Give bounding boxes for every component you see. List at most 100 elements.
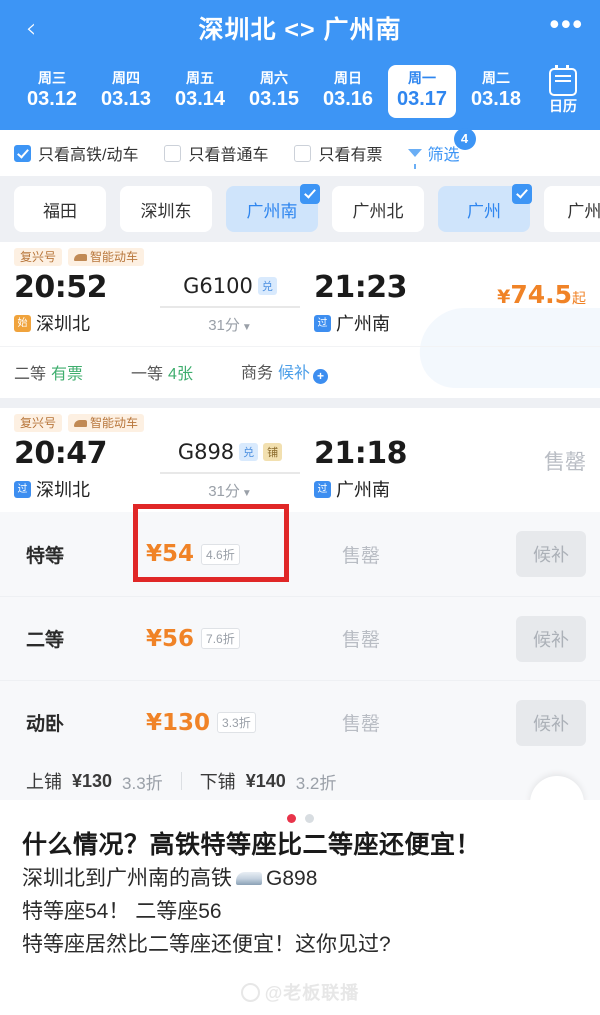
date-selector-bar: 周三 03.12 周四 03.13 周五 03.14 周六 03.15 周日 0… xyxy=(0,56,600,126)
calendar-label: 日历 xyxy=(549,98,577,114)
seat-summary-row: 二等 有票 一等 4张 商务 候补 + xyxy=(0,346,600,398)
station-chip-guangzhoubei[interactable]: 广州北 xyxy=(332,186,424,232)
tag-smart-train-label: 智能动车 xyxy=(90,416,139,430)
train-price: ¥74.5起 xyxy=(497,280,586,309)
station-chip-guangzhoudong[interactable]: 广州E xyxy=(544,186,600,232)
filter-checkbox-highspeed[interactable]: 只看高铁/动车 xyxy=(14,141,138,165)
filter-checkbox-normal[interactable]: 只看普通车 xyxy=(164,141,268,165)
filter-bar: 只看高铁/动车 只看普通车 只看有票 筛选 4 xyxy=(0,128,600,176)
filter-count-badge: 4 xyxy=(453,128,476,150)
date-item-0[interactable]: 周三 03.12 xyxy=(18,65,86,118)
more-horizontal-icon[interactable]: ••• xyxy=(550,10,584,38)
filter-checkbox-available[interactable]: 只看有票 xyxy=(294,141,382,165)
seat-value: 4张 xyxy=(168,365,193,383)
seat-price: ¥130 xyxy=(146,709,211,736)
train-duration[interactable]: 31分 ▼ xyxy=(146,480,314,501)
price-value: 74.5 xyxy=(510,280,572,309)
date-value: 03.12 xyxy=(26,87,78,110)
station-chip-label: 深圳东 xyxy=(140,201,192,221)
header-top-bar: ‹ 深圳北 <> 广州南 ••• xyxy=(0,0,600,56)
train-middle-block: G6100 兑 31分 ▼ xyxy=(146,270,314,335)
date-item-3[interactable]: 周六 03.15 xyxy=(240,65,308,118)
seat-name: 二等 xyxy=(14,365,47,383)
caption-title: 什么情况？高铁特等座比二等座还便宜！ xyxy=(22,831,482,859)
train-icon xyxy=(236,872,262,885)
date-value: 03.14 xyxy=(174,87,226,110)
app-screenshot: ‹ 深圳北 <> 广州南 ••• 周三 03.12 周四 03.13 周五 03… xyxy=(0,0,600,800)
station-chip-guangzhou[interactable]: 广州 xyxy=(438,184,532,232)
calendar-icon xyxy=(549,65,577,96)
tag-smart-train: 智能动车 xyxy=(68,248,145,266)
chevron-left-icon[interactable]: ‹ xyxy=(16,13,46,43)
date-item-5-selected[interactable]: 周一 03.17 xyxy=(388,64,456,118)
date-weekday: 周三 xyxy=(38,69,66,86)
train-tag-dui: 兑 xyxy=(239,443,259,461)
seat-item-first[interactable]: 一等 4张 xyxy=(131,360,193,384)
seat-price-block: ¥130 3.3折 xyxy=(146,710,306,736)
carousel-dot-active[interactable] xyxy=(286,813,296,823)
check-badge-icon xyxy=(512,184,532,204)
date-item-6[interactable]: 周二 03.18 xyxy=(462,65,530,118)
arrive-station-name: 广州南 xyxy=(336,480,390,500)
berth-lower-price: ¥140 xyxy=(245,770,286,791)
arrive-station-name: 广州南 xyxy=(336,314,390,334)
duration-text: 31分 xyxy=(208,317,240,334)
carousel-dot[interactable] xyxy=(304,813,314,823)
station-chip-futian[interactable]: 福田 xyxy=(14,186,106,232)
calendar-button[interactable]: 日历 xyxy=(530,65,592,114)
chevron-down-icon: ▼ xyxy=(241,322,252,333)
chevron-down-icon: ▼ xyxy=(241,488,252,499)
station-chip-guangzhounan[interactable]: 广州南 xyxy=(226,184,320,232)
station-chip-label: 广州 xyxy=(467,201,501,221)
seat-item-business[interactable]: 商务 候补 + xyxy=(241,359,328,384)
waitlist-button[interactable]: 候补 xyxy=(516,615,586,662)
app-header: ‹ 深圳北 <> 广州南 ••• 周三 03.12 周四 03.13 周五 03… xyxy=(0,0,600,130)
seat-name: 一等 xyxy=(131,365,164,383)
date-item-2[interactable]: 周五 03.14 xyxy=(166,65,234,118)
duration-text: 31分 xyxy=(208,483,240,500)
date-list: 周三 03.12 周四 03.13 周五 03.14 周六 03.15 周日 0… xyxy=(18,64,530,118)
tag-smart-train: 智能动车 xyxy=(68,414,145,432)
station-pass-badge: 过 xyxy=(314,314,331,332)
train-middle-block: G898 兑 铺 31分 ▼ xyxy=(146,436,314,501)
date-item-1[interactable]: 周四 03.13 xyxy=(92,65,160,118)
date-weekday: 周一 xyxy=(408,69,436,86)
train-tag-dui: 兑 xyxy=(257,277,277,295)
seat-row-erdeng[interactable]: 二等 ¥56 7.6折 售罄 候补 xyxy=(0,596,600,680)
depart-station: 过 深圳北 xyxy=(14,476,146,502)
seat-row-dongwo[interactable]: 动卧 ¥130 3.3折 售罄 候补 xyxy=(0,680,600,764)
station-chip-label: 广州北 xyxy=(352,201,404,221)
price-block: 售罄 xyxy=(446,436,586,476)
seat-item-second[interactable]: 二等 有票 xyxy=(14,360,83,384)
train-icon xyxy=(74,419,88,427)
checkbox-unchecked-icon xyxy=(164,144,182,162)
depart-block: 20:47 过 深圳北 xyxy=(14,436,146,502)
caption-text-after: G898 xyxy=(266,867,318,890)
seat-discount: 7.6折 xyxy=(201,628,240,649)
arrive-block: 21:23 过 广州南 xyxy=(314,270,446,336)
date-item-4[interactable]: 周日 03.16 xyxy=(314,65,382,118)
price-block: ¥74.5起 xyxy=(446,270,586,309)
train-tag-row: 复兴号 智能动车 xyxy=(0,408,600,432)
station-chip-label: 广州南 xyxy=(246,201,298,221)
tag-smart-train-label: 智能动车 xyxy=(90,250,139,264)
arrive-block: 21:18 过 广州南 xyxy=(314,436,446,502)
plus-icon[interactable]: + xyxy=(312,369,328,384)
train-duration[interactable]: 31分 ▼ xyxy=(146,314,314,335)
seat-row-tedeng[interactable]: 特等 ¥54 4.6折 售罄 候补 xyxy=(0,504,600,596)
train-card-g898[interactable]: 复兴号 智能动车 20:47 过 深圳北 G898 兑 铺 31分 ▼ 21:1… xyxy=(0,408,600,800)
train-card-g6100[interactable]: 复兴号 智能动车 20:52 始 深圳北 G6100 兑 31分 ▼ 21:23… xyxy=(0,242,600,398)
funnel-icon xyxy=(408,149,423,169)
waitlist-button[interactable]: 候补 xyxy=(516,699,586,746)
post-caption: 什么情况？高铁特等座比二等座还便宜！ 深圳北到广州南的高铁 G898 特等座54… xyxy=(0,800,600,1015)
arrive-time: 21:23 xyxy=(314,270,408,305)
filter-sort-button[interactable]: 筛选 4 xyxy=(408,128,476,169)
station-chip-shenzhendong[interactable]: 深圳东 xyxy=(120,186,212,232)
waitlist-button[interactable]: 候补 xyxy=(516,531,586,577)
caption-line-3: 特等座居然比二等座还便宜！这你见过? xyxy=(22,928,578,961)
date-value: 03.15 xyxy=(248,87,300,110)
date-value: 03.18 xyxy=(470,87,522,110)
seat-class-name: 二等 xyxy=(26,630,65,651)
train-tag-pu: 铺 xyxy=(263,443,283,461)
seat-status: 售罄 xyxy=(342,714,381,735)
